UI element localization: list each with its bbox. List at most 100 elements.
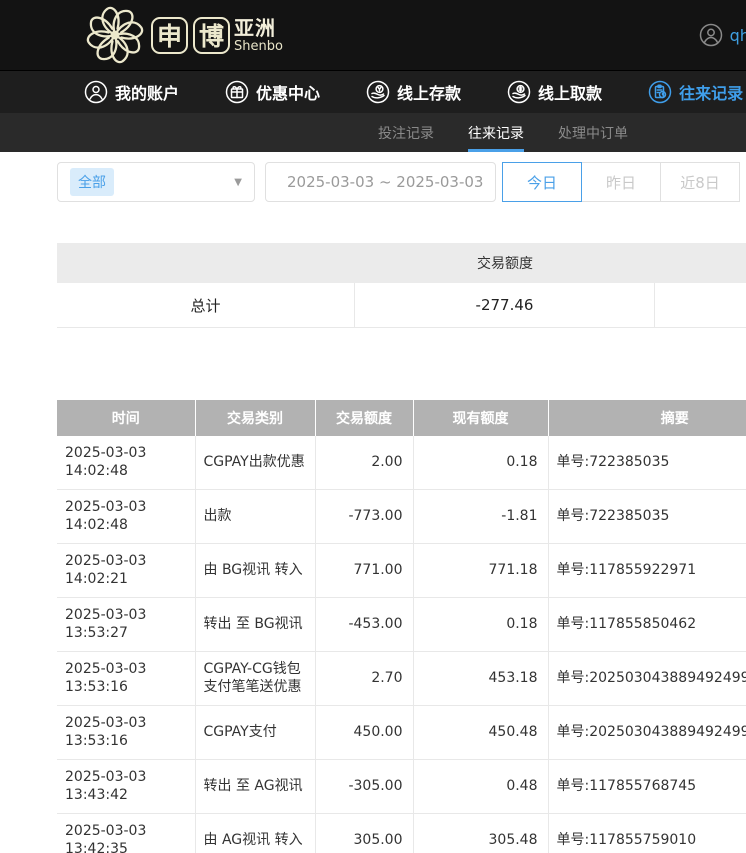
col-header-balance: 现有额度 — [413, 400, 548, 436]
table-row: 2025-03-03 13:53:16 CGPAY-CG钱包支付笔笔送优惠 2.… — [57, 652, 746, 706]
last-8-days-button[interactable]: 近8日 — [660, 162, 740, 202]
tab-bet-records[interactable]: 投注记录 — [378, 113, 434, 152]
brand-logo[interactable]: 申 博 亚洲 Shenbo — [84, 4, 283, 66]
table-row: 2025-03-03 13:53:27 转出 至 BG视讯 -453.00 0.… — [57, 598, 746, 652]
cell-amount: -305.00 — [315, 760, 413, 814]
col-header-type: 交易类别 — [195, 400, 315, 436]
cell-memo: 单号:722385035 — [548, 490, 746, 544]
nav-item-transactions[interactable]: 往来记录 — [648, 80, 743, 104]
logo-char-bo: 博 — [193, 17, 230, 54]
gift-icon — [225, 80, 249, 104]
cell-amount: -453.00 — [315, 598, 413, 652]
yesterday-button[interactable]: 昨日 — [581, 162, 661, 202]
logo-char-shen: 申 — [151, 17, 188, 54]
cell-memo: 单号:117855922971 — [548, 544, 746, 598]
type-select[interactable]: 全部 ▼ — [57, 162, 255, 202]
summary-row-label: 总计 — [57, 283, 355, 327]
cell-type: 出款 — [195, 490, 315, 544]
record-tabs: 投注记录 往来记录 处理中订单 — [0, 113, 746, 152]
cell-memo: 单号:722385035 — [548, 436, 746, 490]
date-range-value: 2025-03-03 ~ 2025-03-03 — [287, 173, 483, 191]
cell-time: 2025-03-03 13:42:35 — [57, 814, 195, 853]
cell-type: CGPAY出款优惠 — [195, 436, 315, 490]
table-row: 2025-03-03 14:02:21 由 BG视讯 转入 771.00 771… — [57, 544, 746, 598]
nav-label: 线上存款 — [397, 80, 461, 104]
nav-item-promotions[interactable]: 优惠中心 — [225, 80, 320, 104]
deposit-icon — [366, 80, 390, 104]
cell-balance: 0.18 — [413, 436, 548, 490]
user-account-area[interactable]: qhh — [699, 0, 746, 70]
nav-label: 优惠中心 — [256, 80, 320, 104]
summary-header-label: 交易额度 — [355, 243, 655, 283]
avatar-icon — [699, 23, 723, 47]
cell-type: CGPAY支付 — [195, 706, 315, 760]
cell-amount: -773.00 — [315, 490, 413, 544]
cell-time: 2025-03-03 14:02:48 — [57, 436, 195, 490]
transactions-body: 2025-03-03 14:02:48 CGPAY出款优惠 2.00 0.18 … — [57, 436, 746, 853]
withdraw-icon — [507, 80, 531, 104]
col-header-amount: 交易额度 — [315, 400, 413, 436]
cell-type: CGPAY-CG钱包支付笔笔送优惠 — [195, 652, 315, 706]
summary-header-row: 交易额度 — [57, 243, 746, 283]
cell-balance: 305.48 — [413, 814, 548, 853]
nav-label: 线上取款 — [538, 80, 602, 104]
summary-total-row: 总计 -277.46 — [57, 283, 746, 328]
cell-time: 2025-03-03 13:43:42 — [57, 760, 195, 814]
nav-item-my-account[interactable]: 我的账户 — [84, 80, 179, 104]
cell-balance: -1.81 — [413, 490, 548, 544]
tab-transaction-records[interactable]: 往来记录 — [468, 113, 524, 152]
cell-memo: 单号:117855768745 — [548, 760, 746, 814]
cell-balance: 0.48 — [413, 760, 548, 814]
cell-balance: 0.18 — [413, 598, 548, 652]
cell-amount: 305.00 — [315, 814, 413, 853]
cell-balance: 453.18 — [413, 652, 548, 706]
chevron-down-icon: ▼ — [234, 177, 242, 188]
flower-logo-icon — [84, 4, 146, 66]
table-row: 2025-03-03 13:43:42 转出 至 AG视讯 -305.00 0.… — [57, 760, 746, 814]
cell-memo: 单号:202503043889492499 — [548, 706, 746, 760]
cell-time: 2025-03-03 14:02:48 — [57, 490, 195, 544]
transactions-header-row: 时间 交易类别 交易额度 现有额度 摘要 — [57, 400, 746, 436]
logo-romanized-label: Shenbo — [234, 40, 283, 53]
cell-time: 2025-03-03 14:02:21 — [57, 544, 195, 598]
table-row: 2025-03-03 13:53:16 CGPAY支付 450.00 450.4… — [57, 706, 746, 760]
records-icon — [648, 80, 672, 104]
table-row: 2025-03-03 14:02:48 出款 -773.00 -1.81 单号:… — [57, 490, 746, 544]
cell-type: 转出 至 AG视讯 — [195, 760, 315, 814]
cell-time: 2025-03-03 13:53:16 — [57, 706, 195, 760]
cell-amount: 771.00 — [315, 544, 413, 598]
col-header-memo: 摘要 — [548, 400, 746, 436]
nav-item-deposit[interactable]: 线上存款 — [366, 80, 461, 104]
cell-amount: 2.00 — [315, 436, 413, 490]
cell-type: 转出 至 BG视讯 — [195, 598, 315, 652]
username-link[interactable]: qhh — [730, 26, 746, 45]
col-header-time: 时间 — [57, 400, 195, 436]
cell-amount: 450.00 — [315, 706, 413, 760]
quick-date-buttons: 今日 昨日 近8日 — [503, 162, 740, 202]
cell-type: 由 AG视讯 转入 — [195, 814, 315, 853]
main-nav: 我的账户 优惠中心 线上存款 线上取款 — [0, 70, 746, 113]
top-header: 申 博 亚洲 Shenbo qhh — [0, 0, 746, 70]
cell-memo: 单号:117855850462 — [548, 598, 746, 652]
today-button[interactable]: 今日 — [502, 162, 582, 202]
filter-bar: 全部 ▼ 2025-03-03 ~ 2025-03-03 今日 昨日 近8日 — [57, 162, 746, 202]
table-row: 2025-03-03 13:42:35 由 AG视讯 转入 305.00 305… — [57, 814, 746, 853]
tab-pending-orders[interactable]: 处理中订单 — [558, 113, 628, 152]
cell-memo: 单号:202503043889492499 — [548, 652, 746, 706]
nav-label: 往来记录 — [679, 80, 743, 104]
type-select-value: 全部 — [70, 168, 114, 196]
nav-item-withdraw[interactable]: 线上取款 — [507, 80, 602, 104]
cell-time: 2025-03-03 13:53:27 — [57, 598, 195, 652]
user-icon — [84, 80, 108, 104]
summary-table: 交易额度 总计 -277.46 — [57, 243, 746, 328]
nav-label: 我的账户 — [115, 80, 179, 104]
cell-time: 2025-03-03 13:53:16 — [57, 652, 195, 706]
cell-memo: 单号:117855759010 — [548, 814, 746, 853]
summary-total-value: -277.46 — [355, 283, 655, 327]
table-row: 2025-03-03 14:02:48 CGPAY出款优惠 2.00 0.18 … — [57, 436, 746, 490]
date-range-input[interactable]: 2025-03-03 ~ 2025-03-03 — [265, 162, 496, 202]
cell-balance: 450.48 — [413, 706, 548, 760]
cell-type: 由 BG视讯 转入 — [195, 544, 315, 598]
transactions-table: 时间 交易类别 交易额度 现有额度 摘要 2025-03-03 14:02:48… — [57, 400, 746, 853]
cell-balance: 771.18 — [413, 544, 548, 598]
